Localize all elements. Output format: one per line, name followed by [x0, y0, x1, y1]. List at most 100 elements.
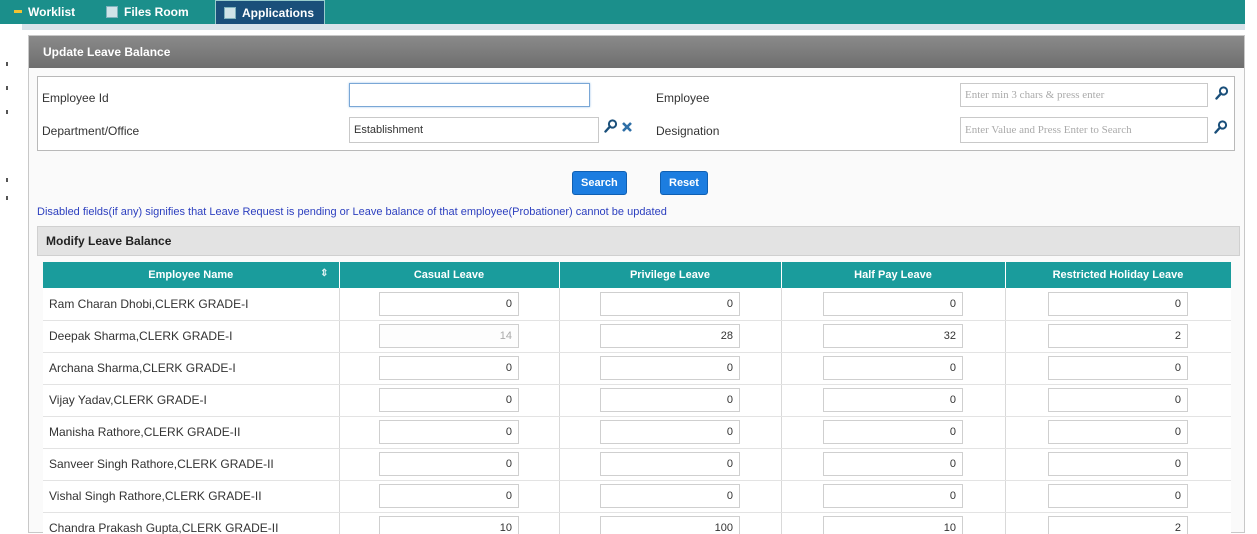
privilege-leave-cell: 0 — [559, 384, 782, 417]
casual-leave-input[interactable]: 0 — [379, 452, 519, 476]
update-leave-balance-panel: Update Leave Balance Employee Id Employe… — [28, 35, 1245, 534]
privilege-leave-input[interactable]: 28 — [600, 324, 740, 348]
tab-worklist[interactable]: Worklist — [6, 0, 75, 24]
casual-leave-cell: 10 — [339, 512, 560, 534]
privilege-leave-input[interactable]: 0 — [600, 291, 740, 316]
top-navigation: Worklist Files Room Applications — [0, 0, 1257, 30]
edge-mark — [6, 62, 8, 66]
restricted-holiday-leave-input[interactable]: 0 — [1048, 452, 1188, 476]
half-pay-leave-cell: 0 — [781, 384, 1006, 417]
restricted-holiday-leave-cell: 0 — [1005, 416, 1231, 449]
edge-mark — [6, 110, 8, 114]
apps-icon — [224, 7, 236, 19]
tab-strip: Worklist Files Room Applications — [0, 0, 1245, 24]
restricted-holiday-leave-input[interactable]: 0 — [1048, 388, 1188, 412]
restricted-holiday-leave-input[interactable]: 2 — [1048, 324, 1188, 348]
employee-name-cell: Ram Charan Dhobi,CLERK GRADE-I — [43, 288, 340, 321]
sort-icon[interactable]: ⇕ — [320, 268, 328, 279]
designation-search-input[interactable] — [960, 117, 1208, 143]
tab-applications-label: Applications — [242, 6, 315, 20]
table-row: Archana Sharma,CLERK GRADE-I 0 0 0 0 — [43, 352, 1231, 385]
restricted-holiday-leave-cell: 0 — [1005, 480, 1231, 513]
casual-leave-input[interactable]: 0 — [379, 484, 519, 508]
restricted-holiday-leave-input[interactable]: 2 — [1048, 516, 1188, 534]
half-pay-leave-cell: 32 — [781, 320, 1006, 353]
casual-leave-cell: 0 — [339, 288, 560, 321]
column-header-employee-name[interactable]: Employee Name ⇕ — [43, 262, 340, 288]
restricted-holiday-leave-input[interactable]: 0 — [1048, 291, 1188, 316]
casual-leave-cell: 0 — [339, 480, 560, 513]
privilege-leave-input[interactable]: 0 — [600, 388, 740, 412]
privilege-leave-cell: 28 — [559, 320, 782, 353]
privilege-leave-cell: 0 — [559, 480, 782, 513]
designation-lookup-icon[interactable] — [1214, 120, 1228, 134]
privilege-leave-input[interactable]: 0 — [600, 452, 740, 476]
casual-leave-cell: 0 — [339, 448, 560, 481]
designation-label: Designation — [656, 124, 720, 138]
tab-files-room[interactable]: Files Room — [98, 0, 189, 24]
tab-applications[interactable]: Applications — [215, 0, 326, 24]
restricted-holiday-leave-cell: 0 — [1005, 352, 1231, 385]
tab-worklist-label: Worklist — [28, 5, 76, 19]
casual-leave-input[interactable]: 0 — [379, 356, 519, 380]
search-button[interactable]: Search — [572, 171, 627, 195]
half-pay-leave-cell: 10 — [781, 512, 1006, 534]
page-scrollbar-track — [1245, 30, 1257, 533]
column-header-half-pay-leave: Half Pay Leave — [781, 262, 1006, 288]
casual-leave-cell: 14 — [339, 320, 560, 353]
half-pay-leave-cell: 0 — [781, 352, 1006, 385]
employee-name-cell: Sanveer Singh Rathore,CLERK GRADE-II — [43, 448, 340, 481]
employee-name-cell: Archana Sharma,CLERK GRADE-I — [43, 352, 340, 385]
employee-name-cell: Deepak Sharma,CLERK GRADE-I — [43, 320, 340, 353]
privilege-leave-cell: 0 — [559, 416, 782, 449]
table-row: Vishal Singh Rathore,CLERK GRADE-II 0 0 0 0 — [43, 480, 1231, 513]
edge-mark — [6, 196, 8, 200]
restricted-holiday-leave-input[interactable]: 0 — [1048, 420, 1188, 444]
privilege-leave-cell: 100 — [559, 512, 782, 534]
half-pay-leave-input[interactable]: 0 — [823, 420, 963, 444]
restricted-holiday-leave-input[interactable]: 0 — [1048, 484, 1188, 508]
casual-leave-input[interactable]: 0 — [379, 388, 519, 412]
leave-balance-table: Employee Name ⇕ Casual Leave Privilege Le… — [43, 262, 1231, 534]
casual-leave-input[interactable]: 0 — [379, 420, 519, 444]
restricted-holiday-leave-cell: 0 — [1005, 384, 1231, 417]
half-pay-leave-input[interactable]: 0 — [823, 484, 963, 508]
half-pay-leave-cell: 0 — [781, 416, 1006, 449]
table-row: Vijay Yadav,CLERK GRADE-I 0 0 0 0 — [43, 384, 1231, 417]
privilege-leave-input[interactable]: 0 — [600, 420, 740, 444]
tab-underbar — [22, 24, 1245, 30]
column-header-restricted-holiday-leave: Restricted Holiday Leave — [1005, 262, 1231, 288]
employee-name-cell: Vijay Yadav,CLERK GRADE-I — [43, 384, 340, 417]
privilege-leave-input[interactable]: 0 — [600, 356, 740, 380]
privilege-leave-input[interactable]: 0 — [600, 484, 740, 508]
department-clear-icon[interactable] — [620, 120, 634, 134]
casual-leave-input[interactable]: 0 — [379, 291, 519, 316]
half-pay-leave-input[interactable]: 0 — [823, 291, 963, 316]
employee-id-input[interactable] — [349, 83, 590, 107]
column-header-label: Employee Name — [148, 269, 234, 281]
employee-lookup-icon[interactable] — [1215, 86, 1229, 100]
employee-name-cell: Chandra Prakash Gupta,CLERK GRADE-II — [43, 512, 340, 534]
half-pay-leave-input[interactable]: 32 — [823, 324, 963, 348]
half-pay-leave-input[interactable]: 10 — [823, 516, 963, 534]
employee-search-input[interactable] — [960, 83, 1208, 107]
column-header-casual-leave: Casual Leave — [339, 262, 560, 288]
half-pay-leave-cell: 0 — [781, 288, 1006, 321]
table-header-row: Employee Name ⇕ Casual Leave Privilege Le… — [43, 262, 1231, 288]
half-pay-leave-input[interactable]: 0 — [823, 388, 963, 412]
edge-mark — [6, 178, 8, 182]
left-edge-strip — [0, 0, 22, 533]
employee-name-cell: Manisha Rathore,CLERK GRADE-II — [43, 416, 340, 449]
reset-button[interactable]: Reset — [660, 171, 708, 195]
half-pay-leave-input[interactable]: 0 — [823, 452, 963, 476]
department-input[interactable] — [349, 117, 599, 143]
privilege-leave-input[interactable]: 100 — [600, 516, 740, 534]
restricted-holiday-leave-input[interactable]: 0 — [1048, 356, 1188, 380]
panel-title: Update Leave Balance — [29, 36, 1244, 68]
casual-leave-input[interactable]: 10 — [379, 516, 519, 534]
privilege-leave-cell: 0 — [559, 288, 782, 321]
department-lookup-icon[interactable] — [604, 119, 618, 133]
casual-leave-cell: 0 — [339, 352, 560, 385]
half-pay-leave-input[interactable]: 0 — [823, 356, 963, 380]
employee-id-label: Employee Id — [42, 91, 109, 105]
